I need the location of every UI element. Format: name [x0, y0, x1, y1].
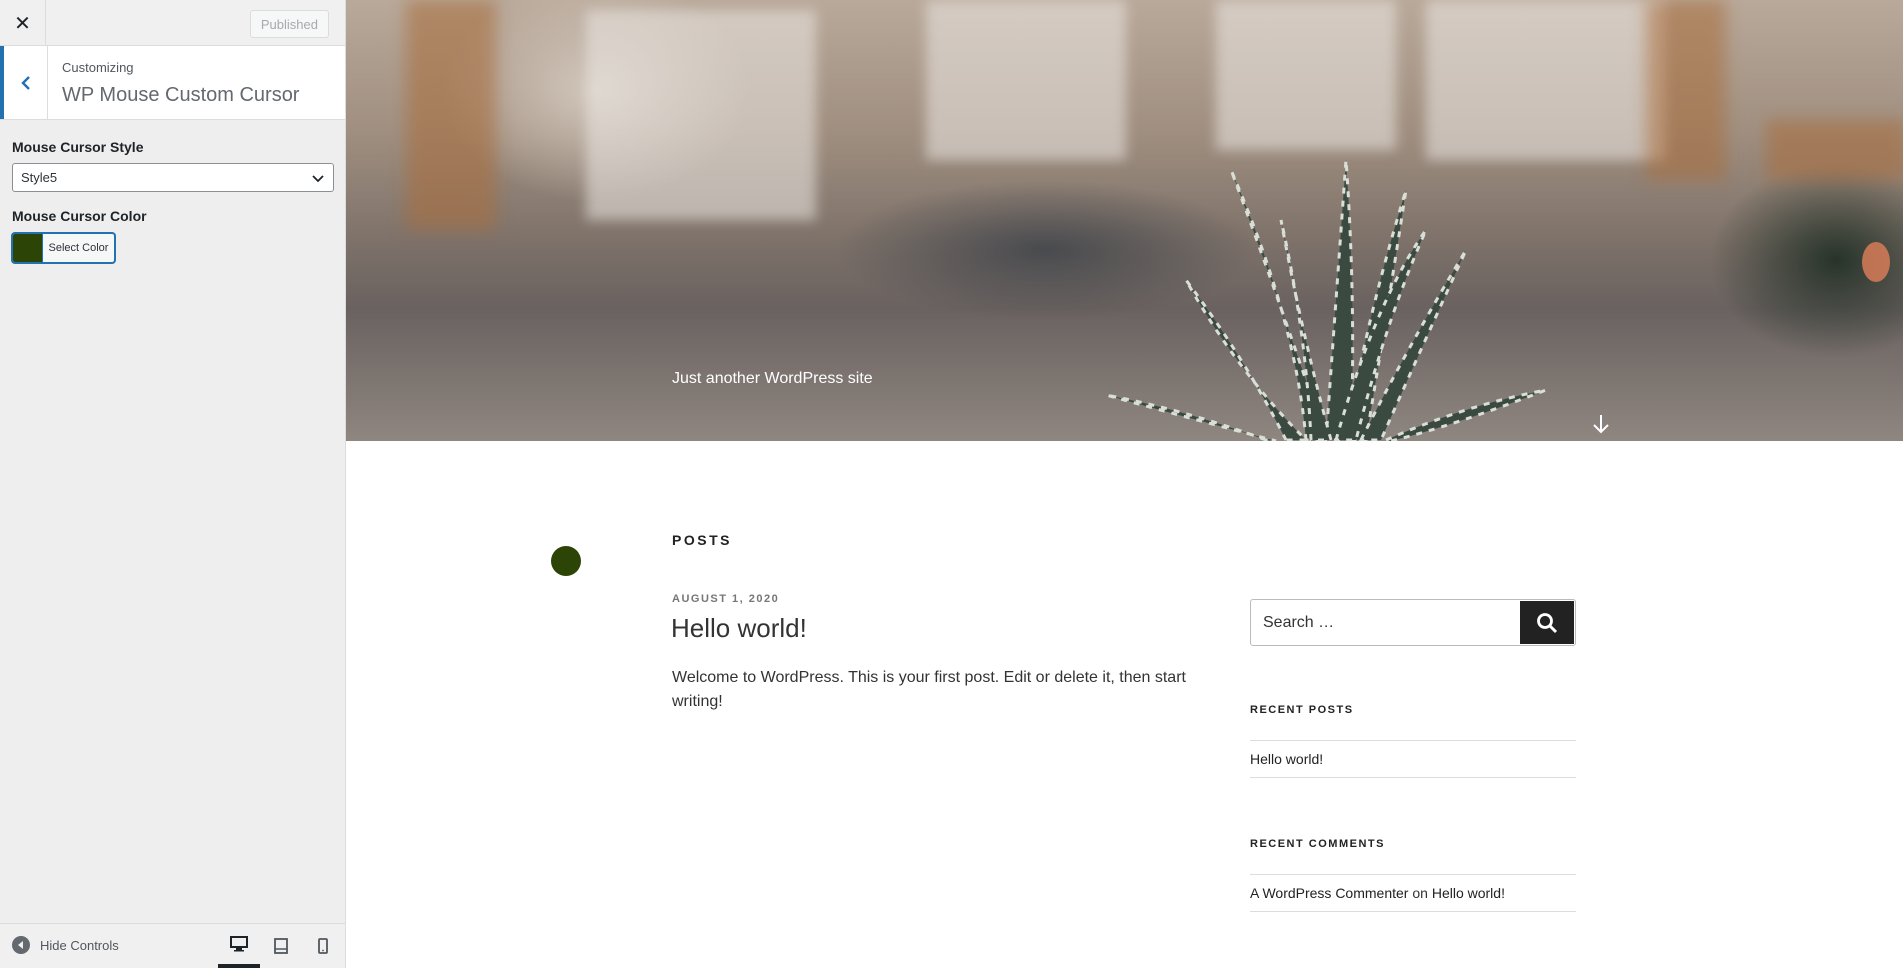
- recent-posts-list: Hello world!: [1250, 740, 1576, 778]
- site-tagline: Just another WordPress site: [672, 370, 873, 387]
- search-input[interactable]: Search …: [1263, 614, 1334, 632]
- tablet-preview-button[interactable]: [260, 924, 302, 968]
- recent-comments-title: RECENT COMMENTS: [1250, 838, 1385, 850]
- search-icon: [1537, 612, 1558, 633]
- custom-cursor-dot: [551, 546, 581, 576]
- customizer-sidebar: ✕ Published Customizing WP Mouse Custom …: [0, 0, 346, 968]
- customizer-footer: Hide Controls: [0, 923, 345, 968]
- tablet-icon: [274, 938, 288, 954]
- section-title: WP Mouse Custom Cursor: [62, 84, 300, 106]
- search-form: Search …: [1250, 599, 1576, 646]
- hide-controls-label: Hide Controls: [40, 937, 119, 953]
- desktop-icon: [230, 936, 248, 952]
- header-image: Just another WordPress site: [346, 0, 1903, 441]
- mobile-icon: [318, 938, 328, 954]
- collapse-icon: [12, 936, 30, 954]
- comment-post-link[interactable]: Hello world!: [1432, 885, 1505, 901]
- search-button[interactable]: [1520, 601, 1574, 644]
- desktop-preview-button[interactable]: [218, 924, 260, 968]
- color-swatch: [13, 234, 43, 262]
- recent-posts-title: RECENT POSTS: [1250, 704, 1354, 716]
- select-color-button[interactable]: Select Color: [12, 233, 115, 263]
- cursor-color-label: Mouse Cursor Color: [12, 208, 147, 224]
- cursor-style-value: Style5: [21, 170, 58, 185]
- comment-author-link[interactable]: A WordPress Commenter: [1250, 885, 1408, 901]
- chevron-down-icon: [312, 175, 324, 183]
- post-date[interactable]: AUGUST 1, 2020: [672, 593, 779, 605]
- comment-connector: on: [1412, 885, 1428, 901]
- chevron-left-icon: [20, 75, 30, 90]
- select-color-label: Select Color: [48, 242, 109, 254]
- hide-controls-button[interactable]: Hide Controls: [12, 936, 119, 954]
- close-icon[interactable]: ✕: [0, 0, 46, 46]
- plant-illustration: [1105, 159, 1890, 441]
- back-button[interactable]: [0, 46, 48, 119]
- cursor-style-select[interactable]: Style5: [12, 163, 334, 192]
- post-title[interactable]: Hello world!: [671, 613, 807, 644]
- section-header: Customizing WP Mouse Custom Cursor: [0, 46, 345, 120]
- mobile-preview-button[interactable]: [302, 924, 344, 968]
- site-preview: Just another WordPress site POSTS AUGUST…: [346, 0, 1903, 968]
- scroll-down-arrow-icon[interactable]: [1592, 414, 1610, 439]
- recent-comments-list: A WordPress Commenter on Hello world!: [1250, 874, 1576, 912]
- recent-post-link[interactable]: Hello world!: [1250, 751, 1323, 767]
- customizer-header: ✕ Published: [0, 0, 345, 46]
- post-excerpt: Welcome to WordPress. This is your first…: [672, 669, 1186, 710]
- posts-heading: POSTS: [672, 532, 732, 548]
- section-subtitle: Customizing: [62, 60, 134, 75]
- publish-button[interactable]: Published: [249, 10, 329, 38]
- cursor-style-label: Mouse Cursor Style: [12, 139, 144, 155]
